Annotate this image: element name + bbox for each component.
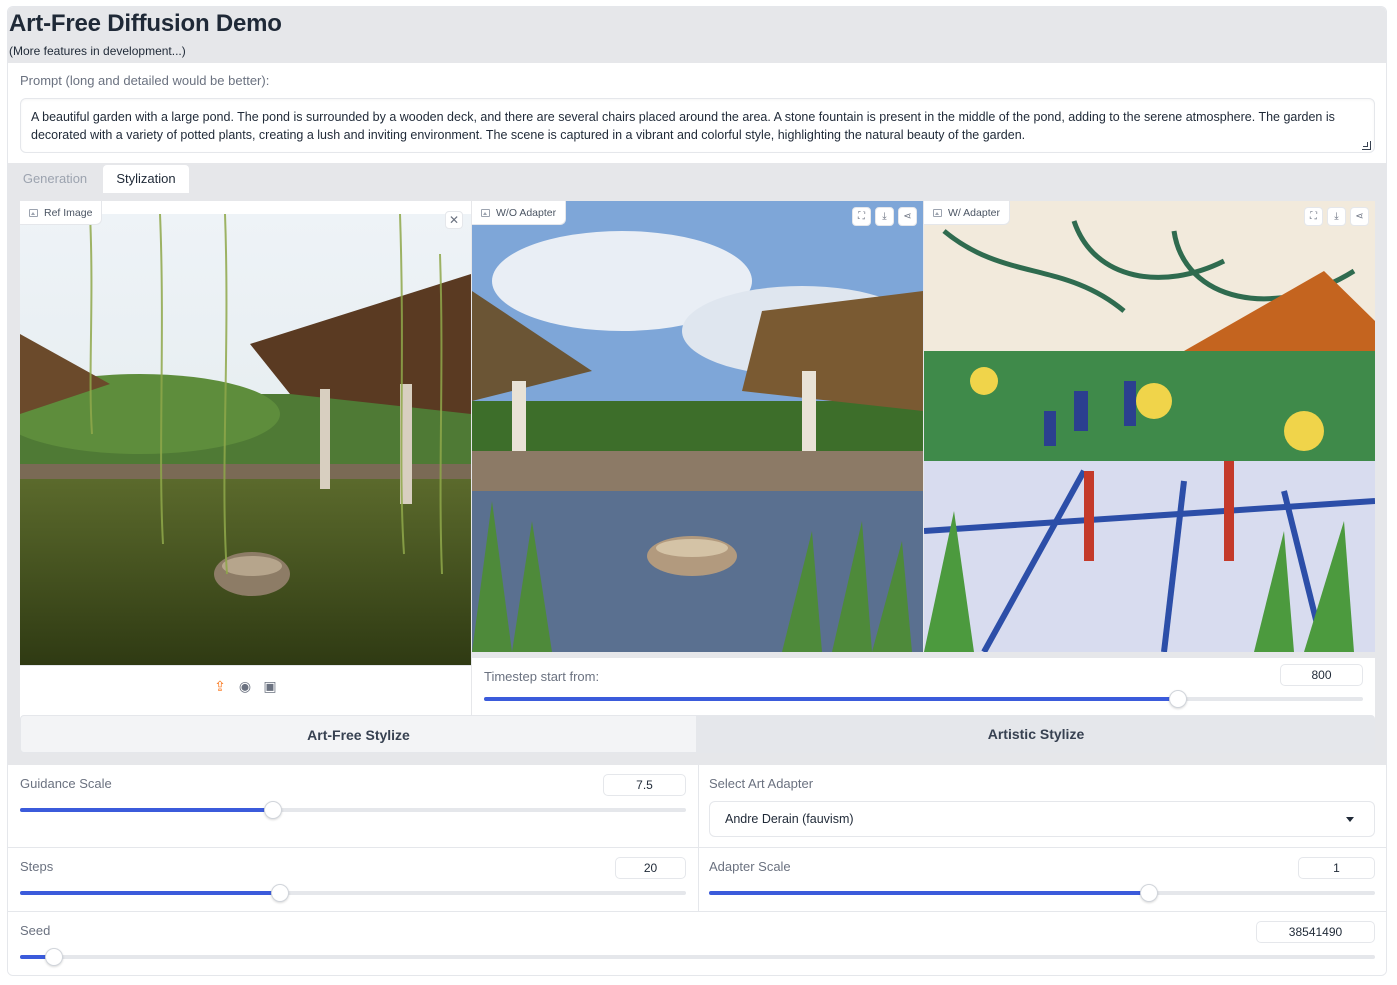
upload-icon[interactable]: ⇪: [212, 678, 228, 694]
tab-generation[interactable]: Generation: [12, 165, 98, 193]
fullscreen-icon[interactable]: ⛶: [1304, 207, 1323, 226]
prompt-text: A beautiful garden with a large pond. Th…: [31, 110, 1335, 142]
timestep-slider[interactable]: [484, 690, 1363, 708]
adapter-scale-slider-thumb[interactable]: [1139, 884, 1158, 902]
close-icon[interactable]: ✕: [445, 211, 463, 229]
share-icon[interactable]: ⋖: [1350, 207, 1369, 226]
chevron-down-icon: [1346, 817, 1354, 822]
guidance-scale-label: Guidance Scale: [20, 776, 112, 791]
image-icon: [481, 209, 490, 217]
with-adapter-label: W/ Adapter: [948, 207, 1000, 219]
tabs-area: Generation Stylization Ref Image ✕ ⇪ ◉ ▣…: [8, 163, 1386, 765]
steps-label: Steps: [20, 859, 54, 874]
art-adapter-select[interactable]: Andre Derain (fauvism): [709, 801, 1375, 837]
resize-handle[interactable]: [1362, 141, 1371, 150]
image-icon: [933, 209, 942, 217]
seed-slider-thumb[interactable]: [44, 948, 63, 966]
ref-image-tag: Ref Image: [20, 201, 103, 225]
art-adapter-label: Select Art Adapter: [709, 776, 814, 791]
page-subtitle: (More features in development...): [9, 44, 186, 58]
with-adapter-actions: ⛶ ⤓ ⋖: [1304, 207, 1369, 226]
download-icon[interactable]: ⤓: [1327, 207, 1346, 226]
seed-slider[interactable]: [20, 948, 1375, 966]
without-adapter-label: W/O Adapter: [496, 207, 557, 219]
share-icon[interactable]: ⋖: [898, 207, 917, 226]
without-adapter-image: [472, 201, 923, 652]
stylize-buttons: Art-Free Stylize Artistic Stylize: [20, 715, 1375, 753]
tab-stylization[interactable]: Stylization: [103, 165, 189, 193]
without-adapter-actions: ⛶ ⤓ ⋖: [852, 207, 917, 226]
prompt-block: Prompt (long and detailed would be bette…: [8, 63, 1386, 163]
prompt-label: Prompt (long and detailed would be bette…: [20, 73, 270, 88]
timestep-input[interactable]: 800: [1280, 664, 1363, 686]
guidance-scale-slider-fill: [20, 808, 274, 812]
webcam-icon[interactable]: ◉: [237, 678, 253, 694]
adapter-scale-slider-fill: [709, 891, 1149, 895]
timestep-slider-fill: [484, 697, 1179, 701]
without-adapter-tag: W/O Adapter: [472, 201, 567, 225]
with-adapter-image: [924, 201, 1375, 652]
timestep-block: Timestep start from: 800: [472, 658, 1375, 721]
row-divider-1: [8, 847, 1386, 848]
guidance-scale-slider[interactable]: [20, 801, 686, 819]
header: Art-Free Diffusion Demo (More features i…: [8, 7, 1386, 63]
ref-image: [20, 214, 471, 665]
art-free-stylize-button[interactable]: Art-Free Stylize: [20, 715, 697, 753]
seed-input[interactable]: 38541490: [1256, 921, 1375, 943]
column-divider: [698, 765, 699, 912]
ref-image-toolbar: ⇪ ◉ ▣: [20, 665, 471, 721]
download-icon[interactable]: ⤓: [875, 207, 894, 226]
fullscreen-icon[interactable]: ⛶: [852, 207, 871, 226]
adapter-scale-slider[interactable]: [709, 884, 1375, 902]
controls-area: Guidance Scale 7.5 Select Art Adapter An…: [8, 765, 1386, 975]
steps-slider[interactable]: [20, 884, 686, 902]
steps-slider-thumb[interactable]: [270, 884, 289, 902]
with-adapter-panel: W/ Adapter ⛶ ⤓ ⋖: [924, 201, 1375, 652]
ref-image-label: Ref Image: [44, 207, 93, 219]
without-adapter-panel: W/O Adapter ⛶ ⤓ ⋖: [472, 201, 923, 652]
with-adapter-tag: W/ Adapter: [924, 201, 1010, 225]
timestep-slider-thumb[interactable]: [1169, 690, 1188, 708]
row-divider-2: [8, 911, 1386, 912]
timestep-label: Timestep start from:: [484, 669, 600, 684]
artistic-stylize-button[interactable]: Artistic Stylize: [697, 715, 1375, 753]
adapter-scale-input[interactable]: 1: [1298, 857, 1375, 879]
app-container: Art-Free Diffusion Demo (More features i…: [7, 6, 1387, 976]
clipboard-icon[interactable]: ▣: [262, 678, 278, 694]
art-adapter-value: Andre Derain (fauvism): [725, 812, 854, 826]
guidance-scale-slider-thumb[interactable]: [264, 801, 283, 819]
guidance-scale-input[interactable]: 7.5: [603, 774, 686, 796]
image-icon: [29, 209, 38, 217]
steps-slider-fill: [20, 891, 280, 895]
seed-label: Seed: [20, 923, 51, 938]
prompt-textarea[interactable]: A beautiful garden with a large pond. Th…: [20, 98, 1375, 153]
steps-input[interactable]: 20: [615, 857, 686, 879]
ref-image-panel[interactable]: Ref Image ✕ ⇪ ◉ ▣: [20, 201, 471, 721]
adapter-scale-label: Adapter Scale: [709, 859, 791, 874]
page-title: Art-Free Diffusion Demo: [9, 10, 282, 37]
